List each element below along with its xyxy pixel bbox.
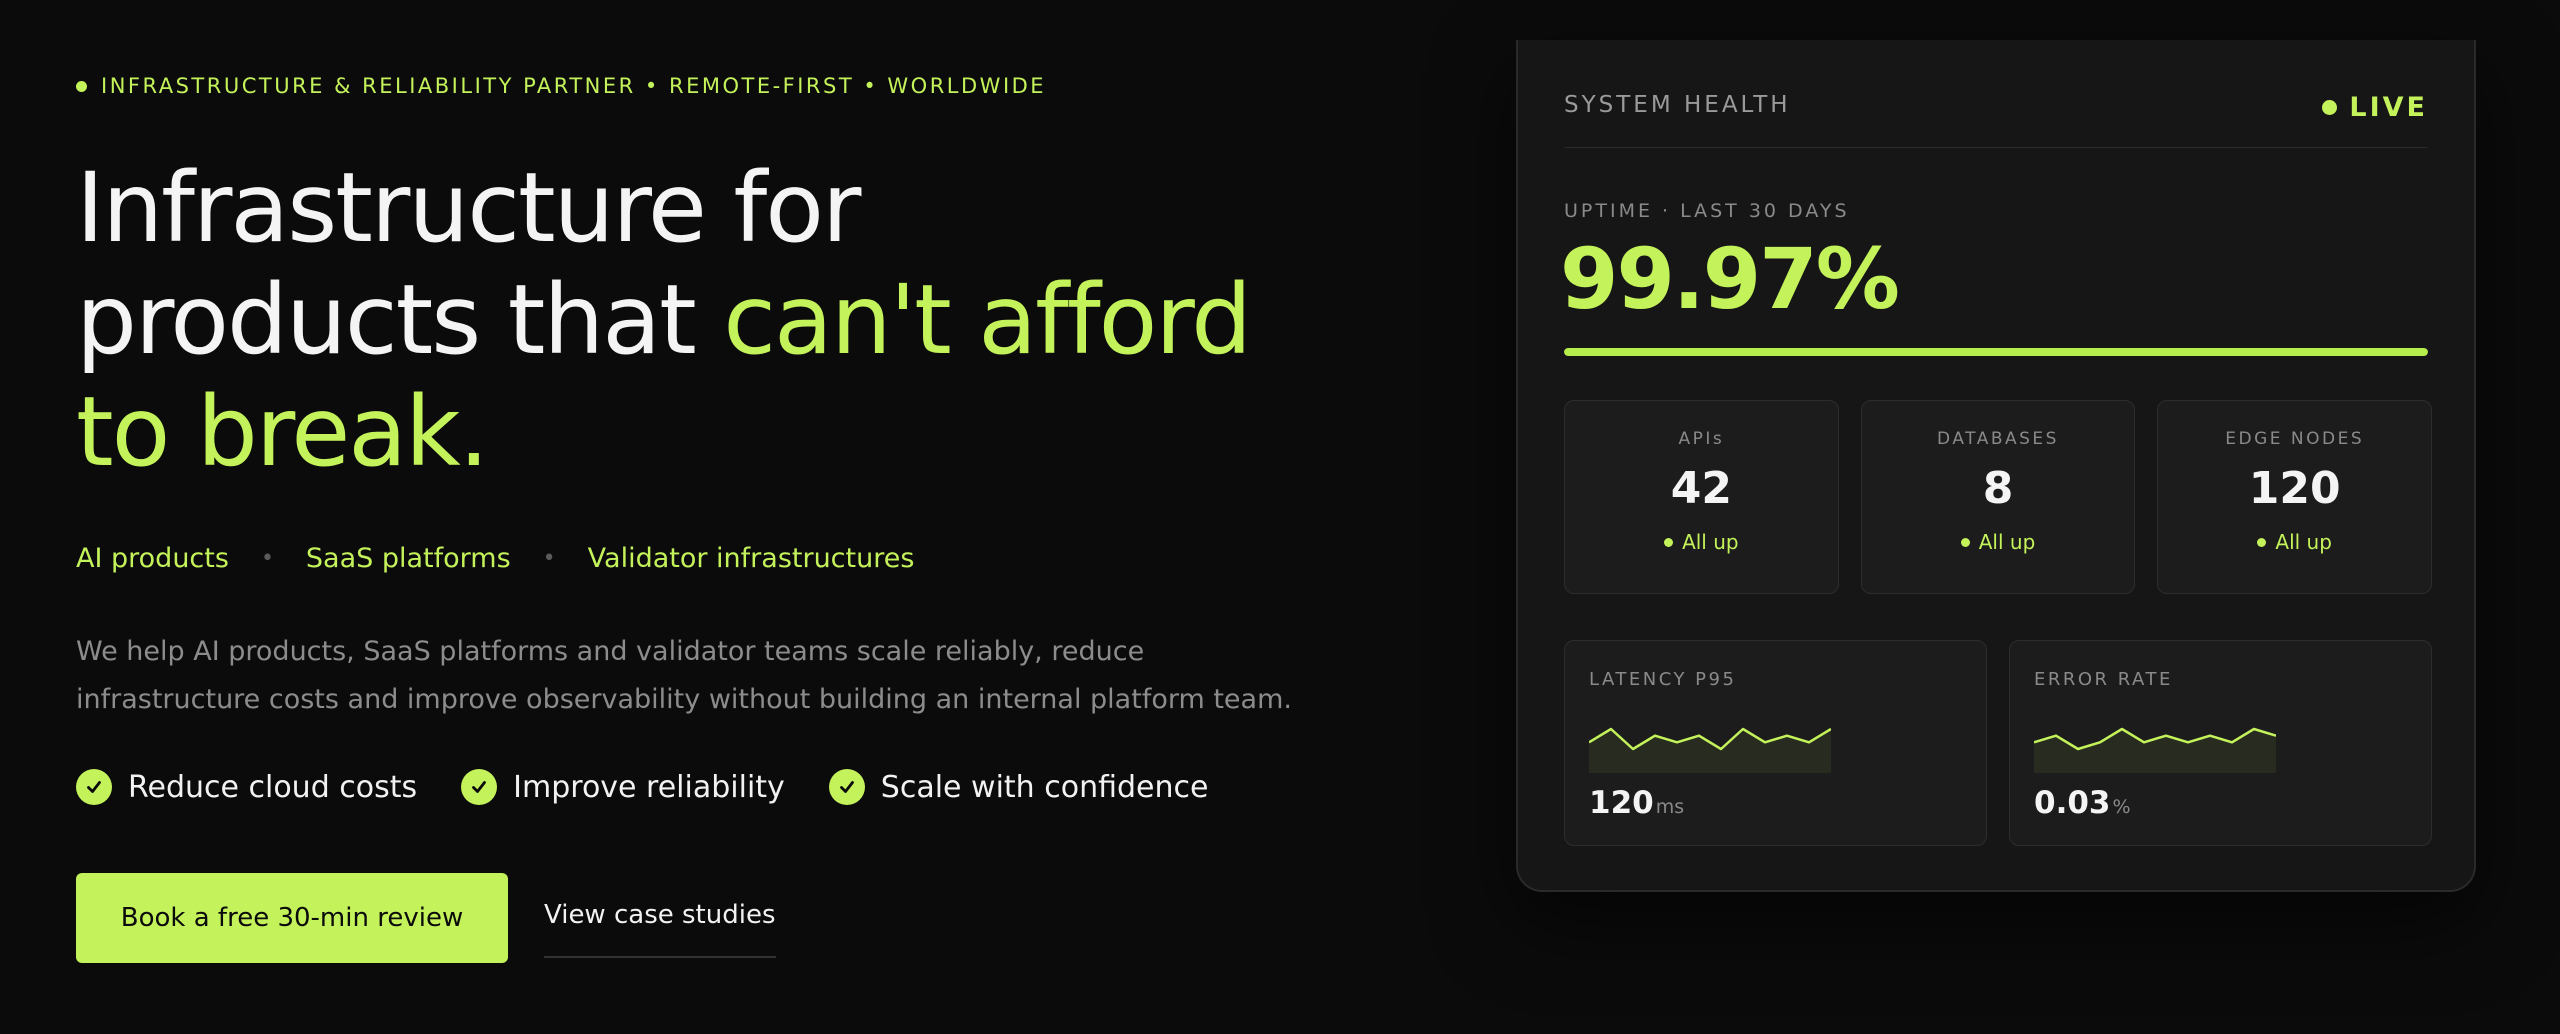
uptime-progress-bar	[1564, 348, 2428, 356]
stat-label: APIs	[1678, 429, 1725, 449]
eyebrow-dot-icon	[76, 80, 87, 92]
eyebrow: INFRASTRUCTURE & RELIABILITY PARTNER • R…	[76, 74, 1046, 98]
check-circle-icon	[828, 769, 865, 805]
stat-status: All up	[1664, 530, 1739, 554]
benefit-label: Reduce cloud costs	[128, 769, 418, 805]
status-dot-icon	[2257, 537, 2267, 547]
metric-number: 0.03	[2034, 785, 2111, 821]
sparkline-area	[1589, 729, 1831, 773]
headline-line-1: Infrastructure for	[76, 152, 861, 264]
headline: Infrastructure for products that can't a…	[76, 152, 1396, 488]
live-indicator: LIVE	[2322, 92, 2428, 123]
stat-edge-nodes: EDGE NODES 120 All up	[2157, 400, 2433, 594]
uptime-label: UPTIME · LAST 30 DAYS	[1564, 200, 1850, 222]
eyebrow-text: INFRASTRUCTURE & RELIABILITY PARTNER • R…	[101, 74, 1047, 98]
uptime-progress-fill	[1564, 348, 2428, 356]
tag-validator-infrastructures: Validator infrastructures	[587, 543, 915, 574]
metric-value: 0.03 %	[2034, 785, 2131, 821]
benefit-item: Improve reliability	[461, 769, 785, 805]
audience-tags: AI products • SaaS platforms • Validator…	[76, 543, 914, 574]
benefit-item: Reduce cloud costs	[76, 769, 417, 805]
service-stats: APIs 42 All up DATABASES 8 All up EDGE N…	[1564, 400, 2433, 594]
stat-value: 42	[1670, 463, 1732, 514]
benefit-label: Scale with confidence	[880, 769, 1209, 805]
stat-status-label: All up	[2275, 530, 2332, 554]
metric-error-rate: ERROR RATE 0.03 %	[2009, 640, 2432, 846]
stat-status-label: All up	[1682, 530, 1739, 554]
card-title: SYSTEM HEALTH	[1564, 92, 1791, 118]
system-health-card: SYSTEM HEALTH LIVE UPTIME · LAST 30 DAYS…	[1516, 40, 2476, 892]
metric-label: ERROR RATE	[2034, 669, 2173, 690]
metric-unit: ms	[1655, 796, 1685, 818]
stat-status: All up	[1960, 530, 2036, 554]
benefit-label: Improve reliability	[513, 769, 785, 805]
hero-section: INFRASTRUCTURE & RELIABILITY PARTNER • R…	[0, 0, 2560, 1034]
status-dot-icon	[1960, 537, 1970, 547]
metric-value: 120 ms	[1589, 785, 1684, 821]
tag-ai-products: AI products	[76, 543, 229, 574]
error-rate-sparkline	[2034, 727, 2276, 773]
metric-number: 120	[1589, 785, 1654, 821]
view-case-studies-link[interactable]: View case studies	[544, 900, 776, 958]
card-header: SYSTEM HEALTH LIVE	[1564, 92, 2428, 148]
metric-cards: LATENCY P95 120 ms ERROR RATE 0.03 %	[1564, 640, 2432, 846]
tag-saas-platforms: SaaS platforms	[305, 543, 511, 574]
benefit-item: Scale with confidence	[828, 769, 1209, 805]
stat-label: EDGE NODES	[2225, 429, 2365, 449]
metric-latency: LATENCY P95 120 ms	[1564, 640, 1987, 846]
stat-status: All up	[2257, 530, 2332, 554]
tag-separator: •	[542, 546, 556, 571]
book-review-button[interactable]: Book a free 30-min review	[76, 873, 508, 963]
sparkline-area	[2034, 729, 2276, 773]
headline-line-2-accent: can't afford	[723, 264, 1252, 376]
hero-description: We help AI products, SaaS platforms and …	[76, 636, 1292, 715]
check-circle-icon	[461, 769, 498, 805]
stat-value: 8	[1982, 463, 2014, 514]
uptime-value: 99.97%	[1560, 230, 1900, 328]
stat-databases: DATABASES 8 All up	[1860, 400, 2136, 594]
metric-unit: %	[2112, 796, 2131, 818]
tag-separator: •	[260, 546, 274, 571]
stat-apis: APIs 42 All up	[1564, 400, 1839, 594]
headline-line-3-accent: to break.	[76, 376, 489, 488]
live-label: LIVE	[2349, 92, 2428, 123]
status-dot-icon	[1664, 537, 1674, 547]
check-circle-icon	[76, 769, 112, 805]
benefits-list: Reduce cloud costs Improve reliability S…	[76, 769, 1208, 805]
headline-line-2-plain: products that	[76, 264, 724, 376]
live-dot-icon	[2322, 100, 2338, 115]
metric-label: LATENCY P95	[1589, 669, 1737, 690]
stat-status-label: All up	[1978, 530, 2036, 554]
stat-value: 120	[2248, 463, 2341, 514]
stat-label: DATABASES	[1937, 429, 2059, 449]
latency-sparkline	[1589, 727, 1831, 773]
